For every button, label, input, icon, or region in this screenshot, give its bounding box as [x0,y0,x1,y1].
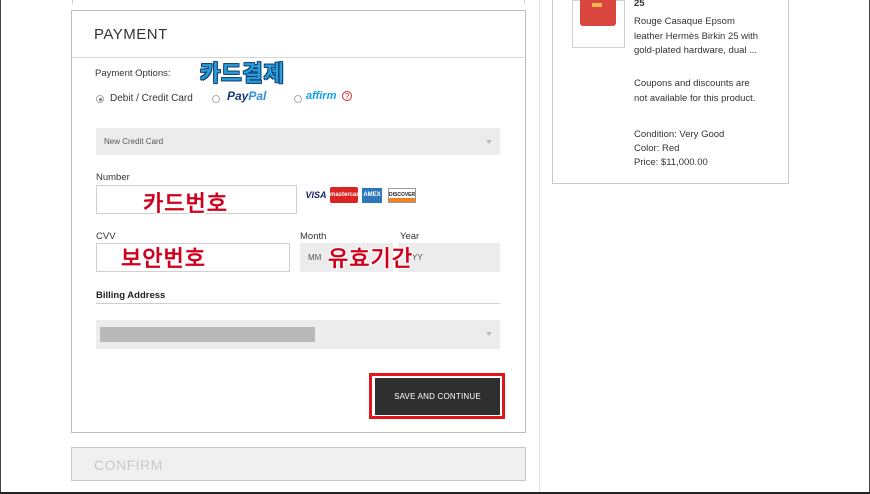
product-color: Color: Red [634,143,680,154]
product-description: Rouge Casaque Epsom leather Hermès Birki… [634,16,759,56]
product-price: Price: $11,000.00 [634,157,708,168]
window-border-left [0,0,1,494]
billing-divider [96,303,500,304]
chevron-down-icon [486,332,492,336]
expiry-year-placeholder: YY [412,253,423,262]
confirm-section-title: CONFIRM [94,457,163,473]
product-condition: Condition: Very Good [634,129,725,140]
annotation-card-payment: 카드결제 [200,62,285,87]
annotation-security-code: 보안번호 [121,247,206,272]
chevron-down-icon [486,140,492,144]
option-card-label[interactable]: Debit / Credit Card [110,93,193,104]
paypal-logo-pay: Pay [227,89,249,103]
payment-section-title: PAYMENT [94,26,168,43]
radio-affirm[interactable] [294,95,302,103]
confirm-section[interactable]: CONFIRM [71,447,526,481]
section-divider [72,57,525,58]
mastercard-icon: mastercard [330,187,362,203]
help-icon[interactable]: ? [342,91,352,101]
affirm-logo[interactable]: affirm [306,90,336,102]
redacted-address [100,327,315,342]
paypal-logo[interactable]: PayPal [227,89,266,103]
amex-icon: AMEX [362,188,382,203]
expiry-year-select[interactable]: YY [398,243,500,272]
annotation-expiry: 유효기간 [328,247,413,272]
radio-paypal[interactable] [212,95,220,103]
payment-options-label: Payment Options: [95,68,171,79]
month-label: Month [300,231,327,242]
discover-icon: DISCOVER [388,188,416,203]
saved-card-select-value: New Credit Card [104,137,164,146]
paypal-logo-pal: Pal [248,89,267,103]
annotation-card-number: 카드번호 [143,192,228,217]
bag-image [580,0,616,26]
billing-address-label: Billing Address [96,290,166,301]
save-and-continue-button[interactable]: SAVE AND CONTINUE [375,378,500,415]
previous-section-edge [72,0,525,4]
radio-card[interactable] [96,95,104,103]
expiry-month-placeholder: MM [308,253,322,262]
visa-icon: VISA [305,190,327,200]
cvv-label: CVV [96,231,116,242]
coupon-note: Coupons and discounts are not available … [634,78,756,104]
column-divider [539,0,540,494]
saved-card-select[interactable]: New Credit Card [96,128,500,155]
product-title-tail: 25 [634,0,645,9]
number-label: Number [96,172,130,183]
